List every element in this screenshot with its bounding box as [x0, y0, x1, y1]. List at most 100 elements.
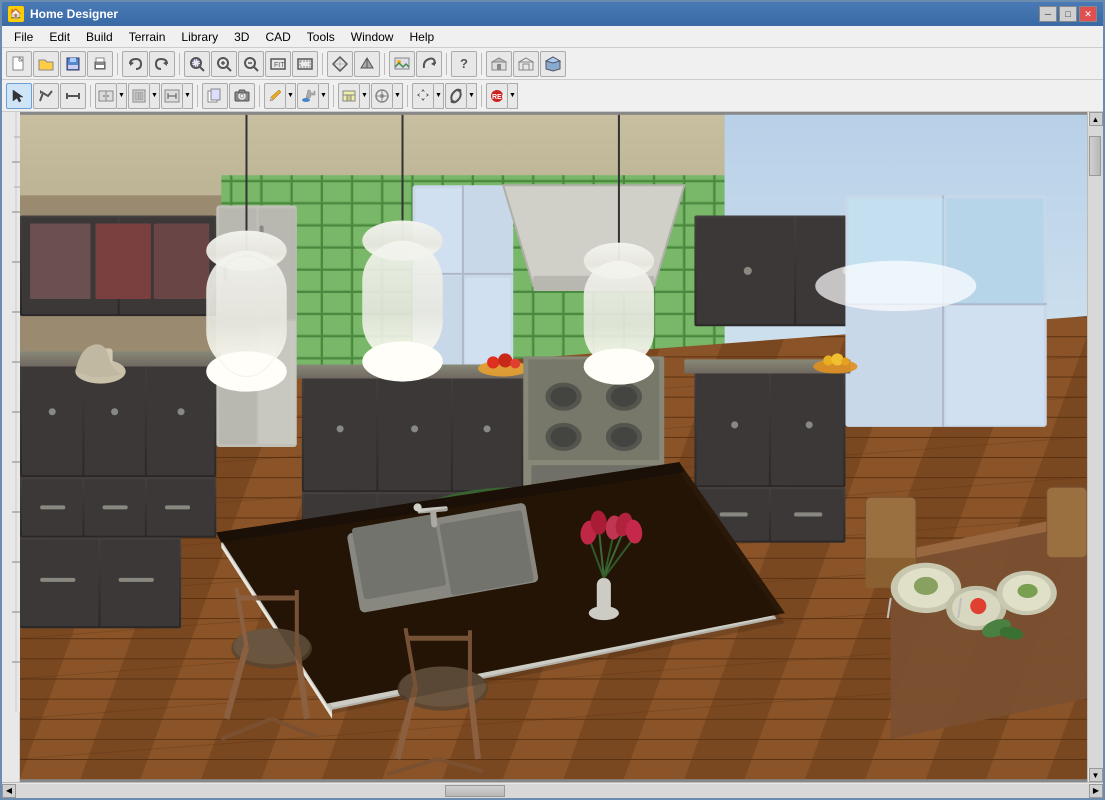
3d-view-button[interactable] [540, 51, 566, 77]
title-bar: 🏠 Home Designer ─ □ ✕ [2, 2, 1103, 26]
scroll-down-button[interactable]: ▼ [1089, 768, 1103, 782]
pencil-button[interactable] [264, 83, 286, 109]
paint-arrow[interactable]: ▼ [319, 83, 329, 109]
elev2-button[interactable] [513, 51, 539, 77]
redo-button[interactable] [149, 51, 175, 77]
menu-build[interactable]: Build [78, 26, 121, 47]
left-ruler [2, 112, 20, 782]
open-button[interactable] [33, 51, 59, 77]
zoom-in-button[interactable] [211, 51, 237, 77]
menu-bar: File Edit Build Terrain Library 3D CAD T… [2, 26, 1103, 48]
menu-tools[interactable]: Tools [299, 26, 343, 47]
sep-6 [481, 53, 482, 75]
paint-button[interactable] [297, 83, 319, 109]
furniture-arrow[interactable]: ▼ [150, 83, 160, 109]
cabinet-button[interactable] [95, 83, 117, 109]
sep-t2-3 [259, 85, 260, 107]
furniture-button[interactable] [128, 83, 150, 109]
move-arrow[interactable]: ▼ [434, 83, 444, 109]
symbol-arrow[interactable]: ▼ [393, 83, 403, 109]
cabinet-group: ▼ [95, 83, 127, 109]
sep-1 [117, 53, 118, 75]
rec-arrow[interactable]: ▼ [508, 83, 518, 109]
walk-button[interactable] [354, 51, 380, 77]
cabinet-arrow[interactable]: ▼ [117, 83, 127, 109]
scroll-track-horizontal[interactable] [16, 784, 1089, 798]
window-controls: ─ □ ✕ [1039, 6, 1097, 22]
scroll-thumb-vertical[interactable] [1089, 136, 1101, 176]
menu-library[interactable]: Library [173, 26, 226, 47]
zoom-fit-button[interactable]: FIT [265, 51, 291, 77]
print-button[interactable] [87, 51, 113, 77]
measure-button[interactable] [60, 83, 86, 109]
right-scrollbar: ▲ ▼ [1087, 112, 1103, 782]
sep-2 [179, 53, 180, 75]
toolbar-main: FIT ? [2, 48, 1103, 80]
canvas-area[interactable] [20, 112, 1087, 782]
move-group: ▼ [412, 83, 444, 109]
scroll-thumb-horizontal[interactable] [445, 785, 505, 797]
menu-cad[interactable]: CAD [257, 26, 298, 47]
minimize-button[interactable]: ─ [1039, 6, 1057, 22]
menu-file[interactable]: File [6, 26, 41, 47]
pencil-group: ▼ [264, 83, 296, 109]
rotate-view-button[interactable] [416, 51, 442, 77]
select-tool-button[interactable] [6, 83, 32, 109]
dimension-arrow[interactable]: ▼ [183, 83, 193, 109]
dimension-button[interactable] [161, 83, 183, 109]
elev-button[interactable] [486, 51, 512, 77]
bottom-scrollbar: ◀ ▶ [2, 782, 1103, 798]
symbol-button[interactable] [371, 83, 393, 109]
menu-edit[interactable]: Edit [41, 26, 78, 47]
ref-image-button[interactable] [389, 51, 415, 77]
menu-help[interactable]: Help [401, 26, 442, 47]
menu-3d[interactable]: 3D [226, 26, 257, 47]
save-button[interactable] [60, 51, 86, 77]
undo-button[interactable] [122, 51, 148, 77]
pencil-arrow[interactable]: ▼ [286, 83, 296, 109]
zoom-all-button[interactable] [292, 51, 318, 77]
sep-t2-4 [333, 85, 334, 107]
main-area: ▲ ▼ [2, 112, 1103, 782]
sep-4 [384, 53, 385, 75]
rotate-button[interactable] [445, 83, 467, 109]
library-button[interactable] [338, 83, 360, 109]
copy-paste-button[interactable] [202, 83, 228, 109]
library-group: ▼ [338, 83, 370, 109]
close-button[interactable]: ✕ [1079, 6, 1097, 22]
library-arrow[interactable]: ▼ [360, 83, 370, 109]
symbol-group: ▼ [371, 83, 403, 109]
camera-move-button[interactable] [327, 51, 353, 77]
sep-3 [322, 53, 323, 75]
main-window: 🏠 Home Designer ─ □ ✕ File Edit Build Te… [0, 0, 1105, 800]
toolbar-secondary: ▼ ▼ ▼ ▼ [2, 80, 1103, 112]
svg-text:FIT: FIT [274, 62, 285, 69]
sep-t2-1 [90, 85, 91, 107]
sep-5 [446, 53, 447, 75]
new-button[interactable] [6, 51, 32, 77]
maximize-button[interactable]: □ [1059, 6, 1077, 22]
scroll-up-button[interactable]: ▲ [1089, 112, 1103, 126]
rotate-arrow[interactable]: ▼ [467, 83, 477, 109]
sep-t2-5 [407, 85, 408, 107]
record-button[interactable]: REC [486, 83, 508, 109]
zoom-rect-button[interactable] [184, 51, 210, 77]
window-title: Home Designer [30, 7, 1033, 21]
scroll-right-button[interactable]: ▶ [1089, 784, 1103, 798]
transform-button[interactable] [412, 83, 434, 109]
rec-group: REC ▼ [486, 83, 518, 109]
camera3-button[interactable] [229, 83, 255, 109]
scroll-left-button[interactable]: ◀ [2, 784, 16, 798]
paint-group: ▼ [297, 83, 329, 109]
zoom-out-button[interactable] [238, 51, 264, 77]
dimension-group: ▼ [161, 83, 193, 109]
polyline-button[interactable] [33, 83, 59, 109]
menu-window[interactable]: Window [343, 26, 402, 47]
app-icon: 🏠 [8, 6, 24, 22]
help-context-button[interactable]: ? [451, 51, 477, 77]
sep-t2-6 [481, 85, 482, 107]
furniture-group: ▼ [128, 83, 160, 109]
rotate-group: ▼ [445, 83, 477, 109]
scroll-track-vertical[interactable] [1088, 126, 1103, 768]
menu-terrain[interactable]: Terrain [121, 26, 174, 47]
